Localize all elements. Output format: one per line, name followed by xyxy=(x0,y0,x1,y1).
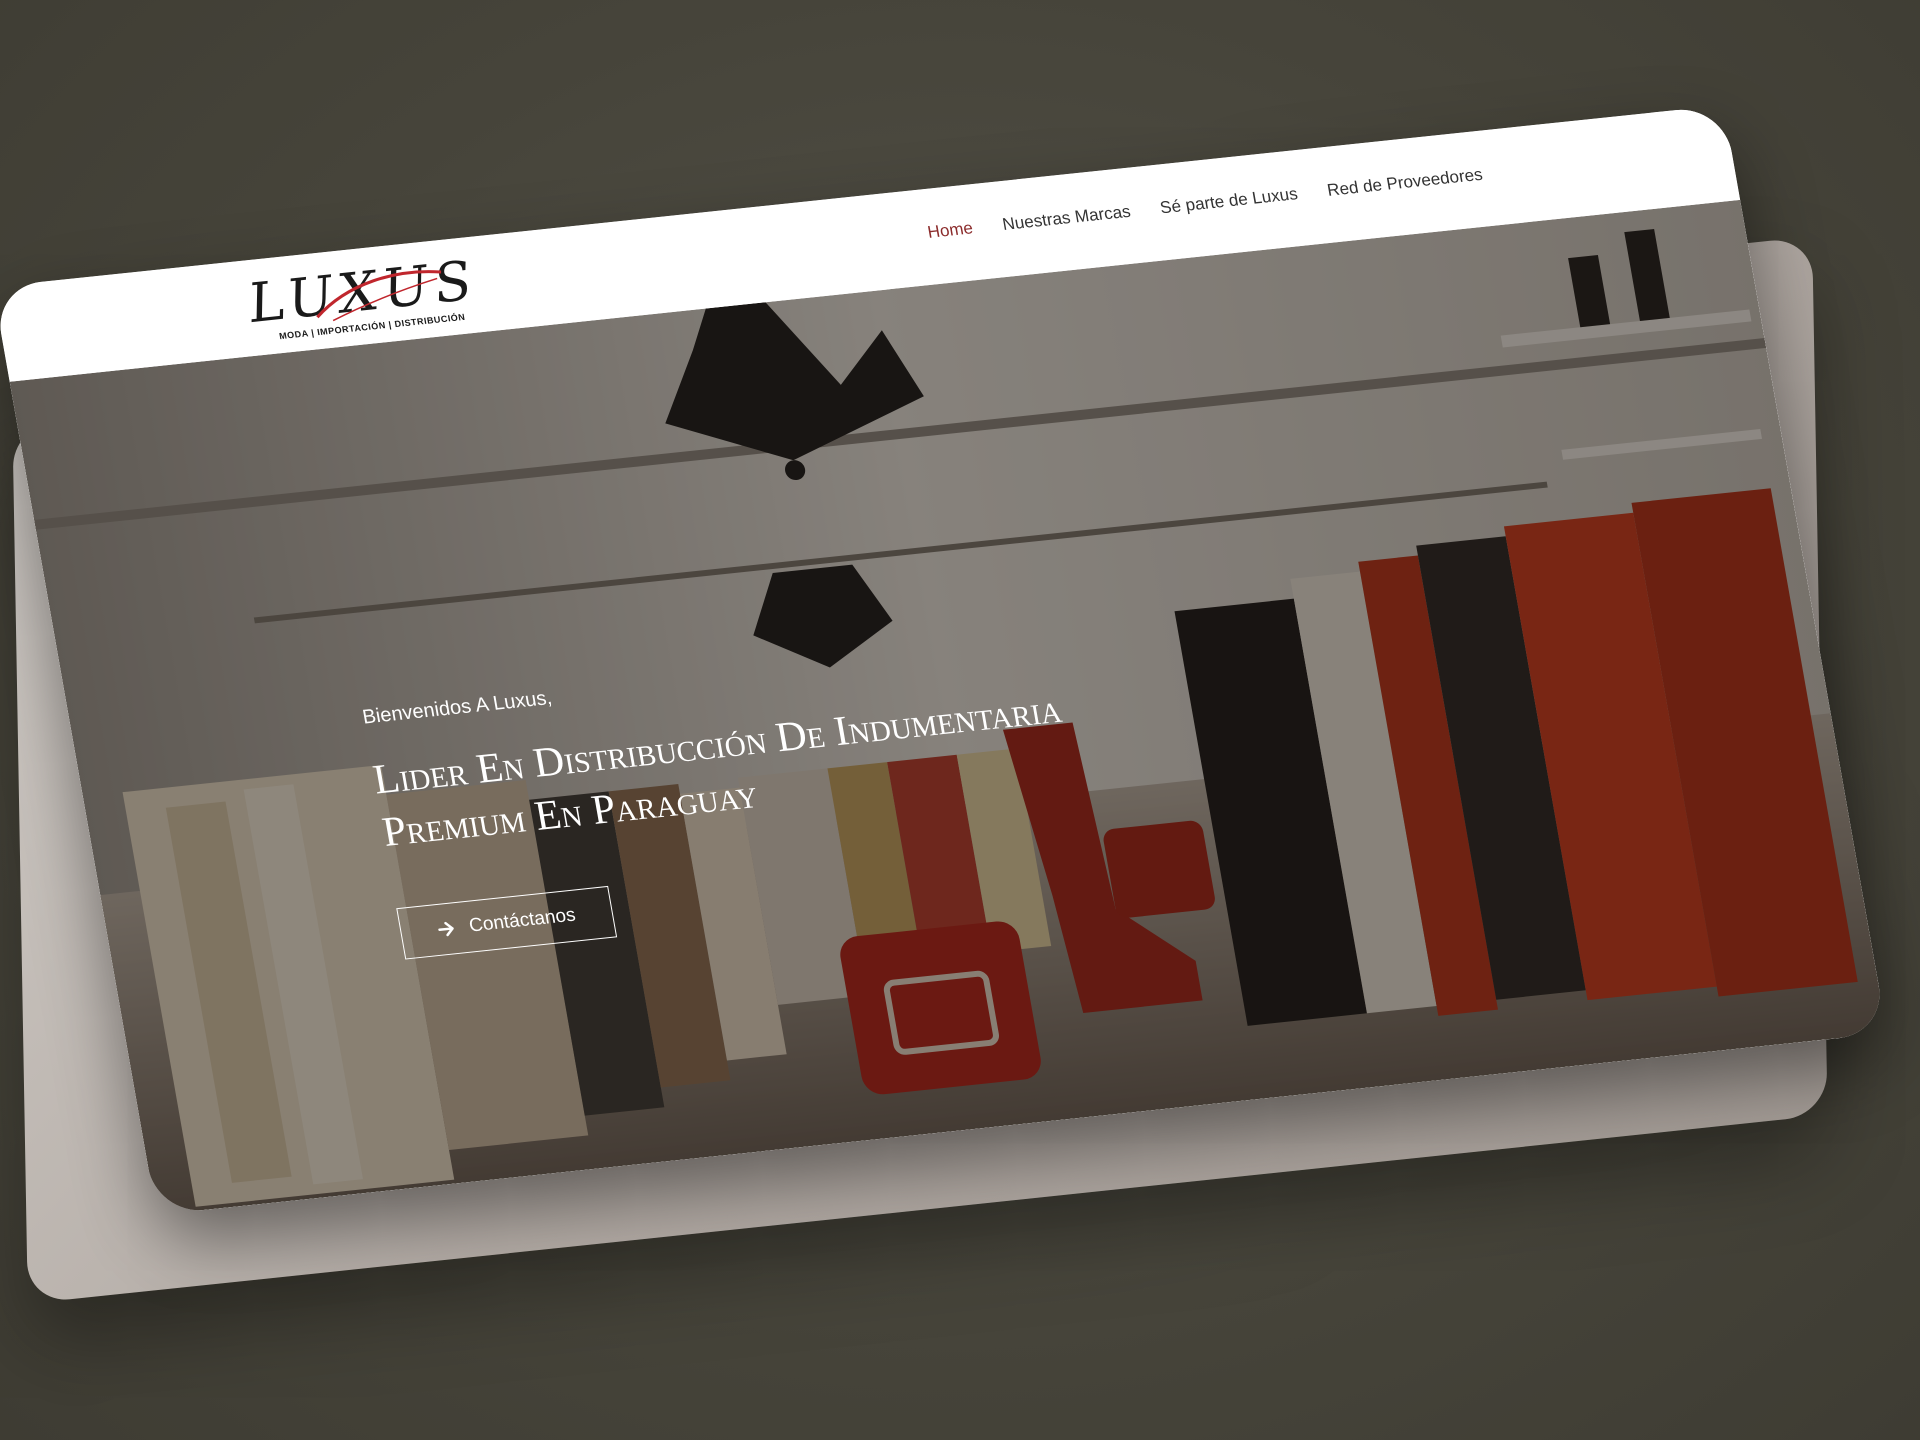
contact-button-label: Contáctanos xyxy=(467,904,578,937)
presentation-scene: LUXUS MODA | IMPORTACIÓN | DISTRIBUCIÓN … xyxy=(0,0,1920,1440)
nav-se-parte-de-luxus[interactable]: Sé parte de Luxus xyxy=(1159,184,1300,218)
main-navigation: Home Nuestras Marcas Sé parte de Luxus R… xyxy=(926,165,1484,243)
arrow-right-icon xyxy=(438,921,454,937)
nav-nuestras-marcas[interactable]: Nuestras Marcas xyxy=(1001,202,1132,235)
website-mockup: LUXUS MODA | IMPORTACIÓN | DISTRIBUCIÓN … xyxy=(0,105,1888,1215)
nav-red-de-proveedores[interactable]: Red de Proveedores xyxy=(1326,165,1485,201)
nav-home[interactable]: Home xyxy=(926,218,975,242)
